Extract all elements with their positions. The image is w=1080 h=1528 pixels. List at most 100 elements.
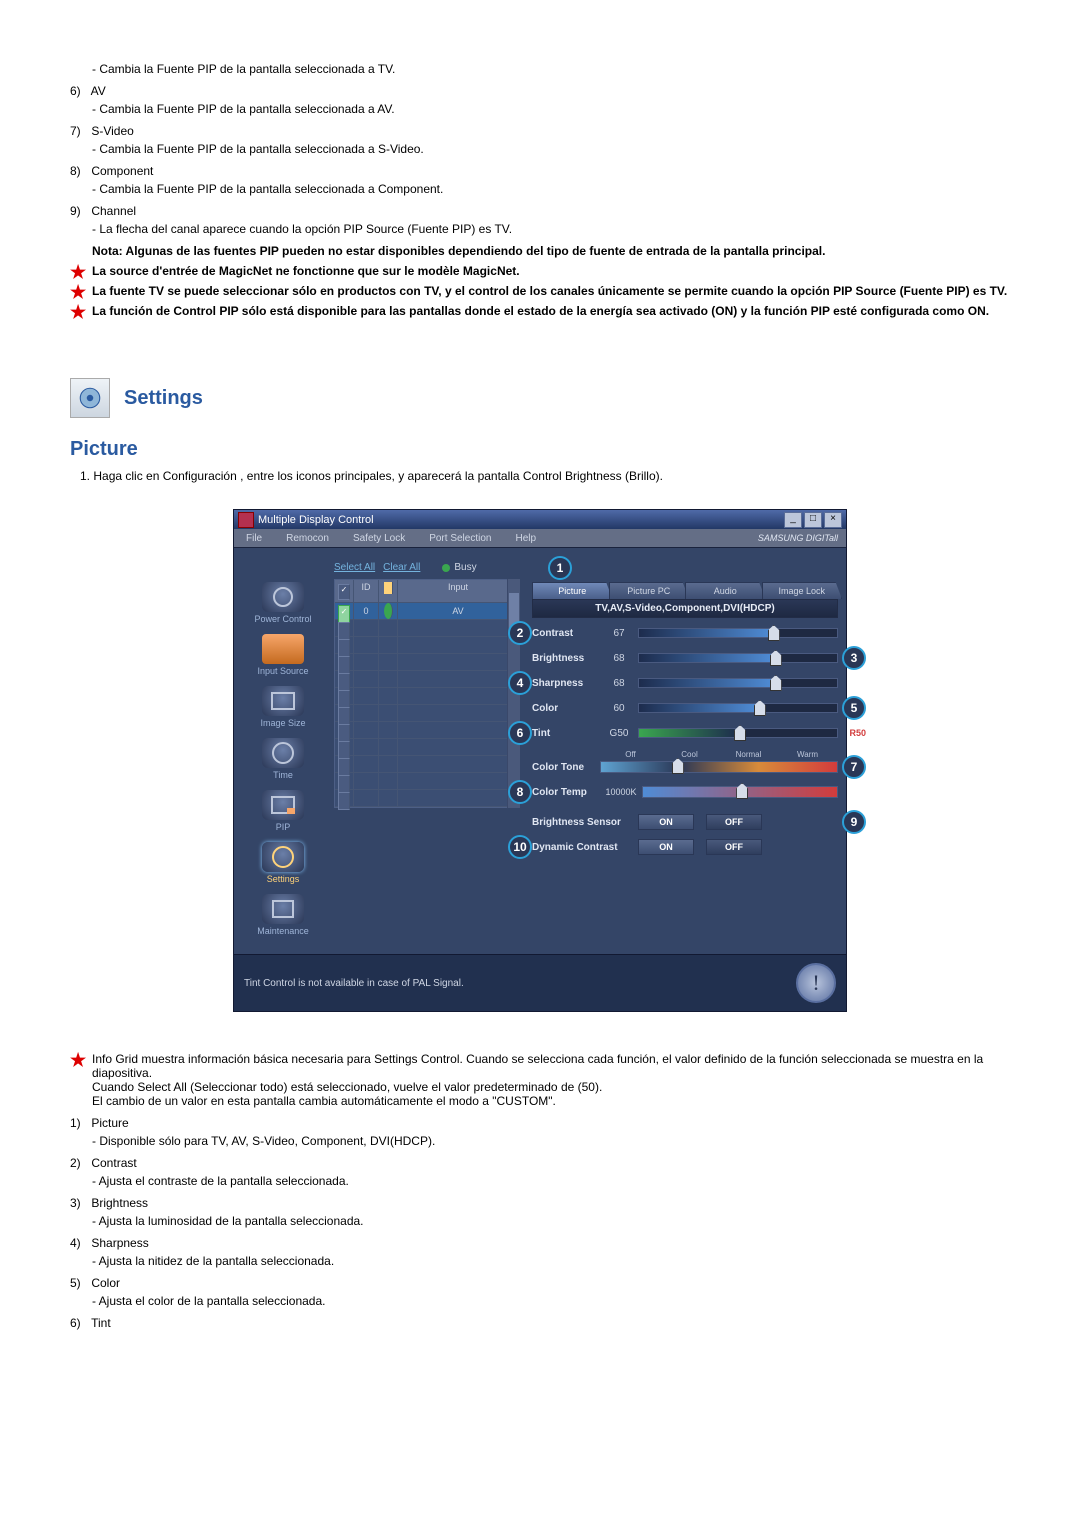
window-controls: _□× xyxy=(782,512,842,528)
item-num: 5) xyxy=(70,1274,88,1292)
item-desc: - Ajusta el color de la pantalla selecci… xyxy=(92,1292,1010,1310)
star-note: ★ La source d'entrée de MagicNet ne fonc… xyxy=(70,264,1010,278)
grid-row[interactable] xyxy=(335,654,519,671)
row-id: 0 xyxy=(354,603,379,619)
window-title: Multiple Display Control xyxy=(258,514,782,526)
dynamic-contrast-on-button[interactable]: ON xyxy=(638,839,694,855)
grid-row[interactable] xyxy=(335,739,519,756)
sidebar-item-power-control[interactable]: Power Control xyxy=(254,582,311,624)
info-line: Cuando Select All (Seleccionar todo) est… xyxy=(92,1080,602,1094)
status-dot-icon xyxy=(384,603,393,619)
list-item: - Cambia la Fuente PIP de la pantalla se… xyxy=(70,60,1010,78)
tab-picture-pc[interactable]: Picture PC xyxy=(609,582,690,599)
menu-remocon[interactable]: Remocon xyxy=(274,531,341,546)
settings-icon xyxy=(262,842,304,872)
colortone-slider[interactable]: Off Cool Normal Warm xyxy=(600,761,838,773)
col-checkbox[interactable] xyxy=(335,580,354,602)
menu-port-selection[interactable]: Port Selection xyxy=(417,531,503,546)
clear-all-button[interactable]: Clear All xyxy=(383,562,420,573)
tabs: Picture Picture PC Audio Image Lock xyxy=(532,582,838,599)
colortemp-slider[interactable] xyxy=(642,786,838,798)
item-num: 2) xyxy=(70,1154,88,1172)
sidebar-item-time[interactable]: Time xyxy=(262,738,304,780)
close-button[interactable]: × xyxy=(824,512,842,528)
section-header: Settings xyxy=(70,378,1010,418)
grid-row[interactable] xyxy=(335,637,519,654)
list-item: 6) Tint xyxy=(70,1314,1010,1332)
intro-line: 1. Haga clic en Configuración , entre lo… xyxy=(80,469,1010,483)
callout-10: 10 xyxy=(508,835,532,859)
callout-5: 5 xyxy=(842,696,866,720)
maximize-button[interactable]: □ xyxy=(804,512,822,528)
tone-option: Warm xyxy=(778,750,837,759)
col-input[interactable]: Input xyxy=(398,580,519,602)
contrast-value: 67 xyxy=(600,628,638,639)
sidebar-item-settings[interactable]: Settings xyxy=(262,842,304,884)
info-line: Info Grid muestra información básica nec… xyxy=(92,1052,983,1080)
item-num: 8) xyxy=(70,162,88,180)
item-desc: - Ajusta la luminosidad de la pantalla s… xyxy=(92,1212,1010,1230)
tint-r-value: R50 xyxy=(849,728,866,738)
select-all-button[interactable]: Select All xyxy=(334,562,375,573)
col-status[interactable] xyxy=(379,580,398,602)
sharpness-slider[interactable] xyxy=(638,678,838,688)
sidebar-item-maintenance[interactable]: Maintenance xyxy=(257,894,309,936)
sidebar-label: Maintenance xyxy=(257,926,309,936)
window-titlebar[interactable]: Multiple Display Control _□× xyxy=(234,510,846,529)
maintenance-icon xyxy=(262,894,304,924)
item-title: Brightness xyxy=(91,1196,148,1210)
brightness-sensor-off-button[interactable]: OFF xyxy=(706,814,762,830)
brightness-value: 68 xyxy=(600,653,638,664)
grid-row[interactable] xyxy=(335,620,519,637)
list-item: 7) S-Video - Cambia la Fuente PIP de la … xyxy=(70,122,1010,158)
color-slider[interactable] xyxy=(638,703,838,713)
star-icon: ★ xyxy=(70,1050,86,1071)
dynamic-contrast-label: Dynamic Contrast xyxy=(532,842,638,853)
center-panel: Select All Clear All Busy ID Input xyxy=(332,558,524,954)
tab-picture[interactable]: Picture xyxy=(532,582,613,599)
grid-row[interactable] xyxy=(335,773,519,790)
sidebar-item-image-size[interactable]: Image Size xyxy=(260,686,305,728)
item-desc: - Disponible sólo para TV, AV, S-Video, … xyxy=(92,1132,1010,1150)
grid-row[interactable] xyxy=(335,688,519,705)
star-note: ★ Info Grid muestra información básica n… xyxy=(70,1052,1010,1108)
colortone-label: Color Tone xyxy=(532,762,600,773)
input-source-icon xyxy=(262,634,304,664)
grid-row[interactable] xyxy=(335,671,519,688)
menu-bar: File Remocon Safety Lock Port Selection … xyxy=(234,529,846,548)
tone-option: Off xyxy=(601,750,660,759)
colortemp-label: Color Temp xyxy=(532,787,600,798)
brightness-sensor-on-button[interactable]: ON xyxy=(638,814,694,830)
color-row: Color 60 5 xyxy=(532,698,838,718)
sharpness-label: Sharpness xyxy=(532,678,600,689)
menu-help[interactable]: Help xyxy=(503,531,548,546)
grid-row[interactable]: 0 AV xyxy=(335,603,519,620)
image-size-icon xyxy=(262,686,304,716)
col-id[interactable]: ID xyxy=(354,580,379,602)
tab-audio[interactable]: Audio xyxy=(685,582,766,599)
grid-row[interactable] xyxy=(335,790,519,807)
grid-row[interactable] xyxy=(335,722,519,739)
brightness-slider[interactable] xyxy=(638,653,838,663)
menu-safety-lock[interactable]: Safety Lock xyxy=(341,531,417,546)
item-title: AV xyxy=(91,84,106,98)
contrast-slider[interactable] xyxy=(638,628,838,638)
sidebar-item-pip[interactable]: PIP xyxy=(262,790,304,832)
dynamic-contrast-row: 10 Dynamic Contrast ON OFF xyxy=(532,837,838,857)
dynamic-contrast-off-button[interactable]: OFF xyxy=(706,839,762,855)
tint-slider[interactable] xyxy=(638,728,838,738)
list-item: 6) AV - Cambia la Fuente PIP de la panta… xyxy=(70,82,1010,118)
item-title: Channel xyxy=(91,204,136,218)
note-text: Nota: Algunas de las fuentes PIP pueden … xyxy=(92,244,1010,258)
minimize-button[interactable]: _ xyxy=(784,512,802,528)
item-num: 6) xyxy=(70,1314,88,1332)
row-checkbox[interactable] xyxy=(338,792,350,810)
tab-image-lock[interactable]: Image Lock xyxy=(762,582,843,599)
contrast-label: Contrast xyxy=(532,628,600,639)
menu-file[interactable]: File xyxy=(234,531,274,546)
grid-row[interactable] xyxy=(335,756,519,773)
colortemp-row: 8 Color Temp 10000K xyxy=(532,782,838,802)
grid-row[interactable] xyxy=(335,705,519,722)
busy-label: Busy xyxy=(454,562,476,573)
sidebar-item-input-source[interactable]: Input Source xyxy=(257,634,308,676)
